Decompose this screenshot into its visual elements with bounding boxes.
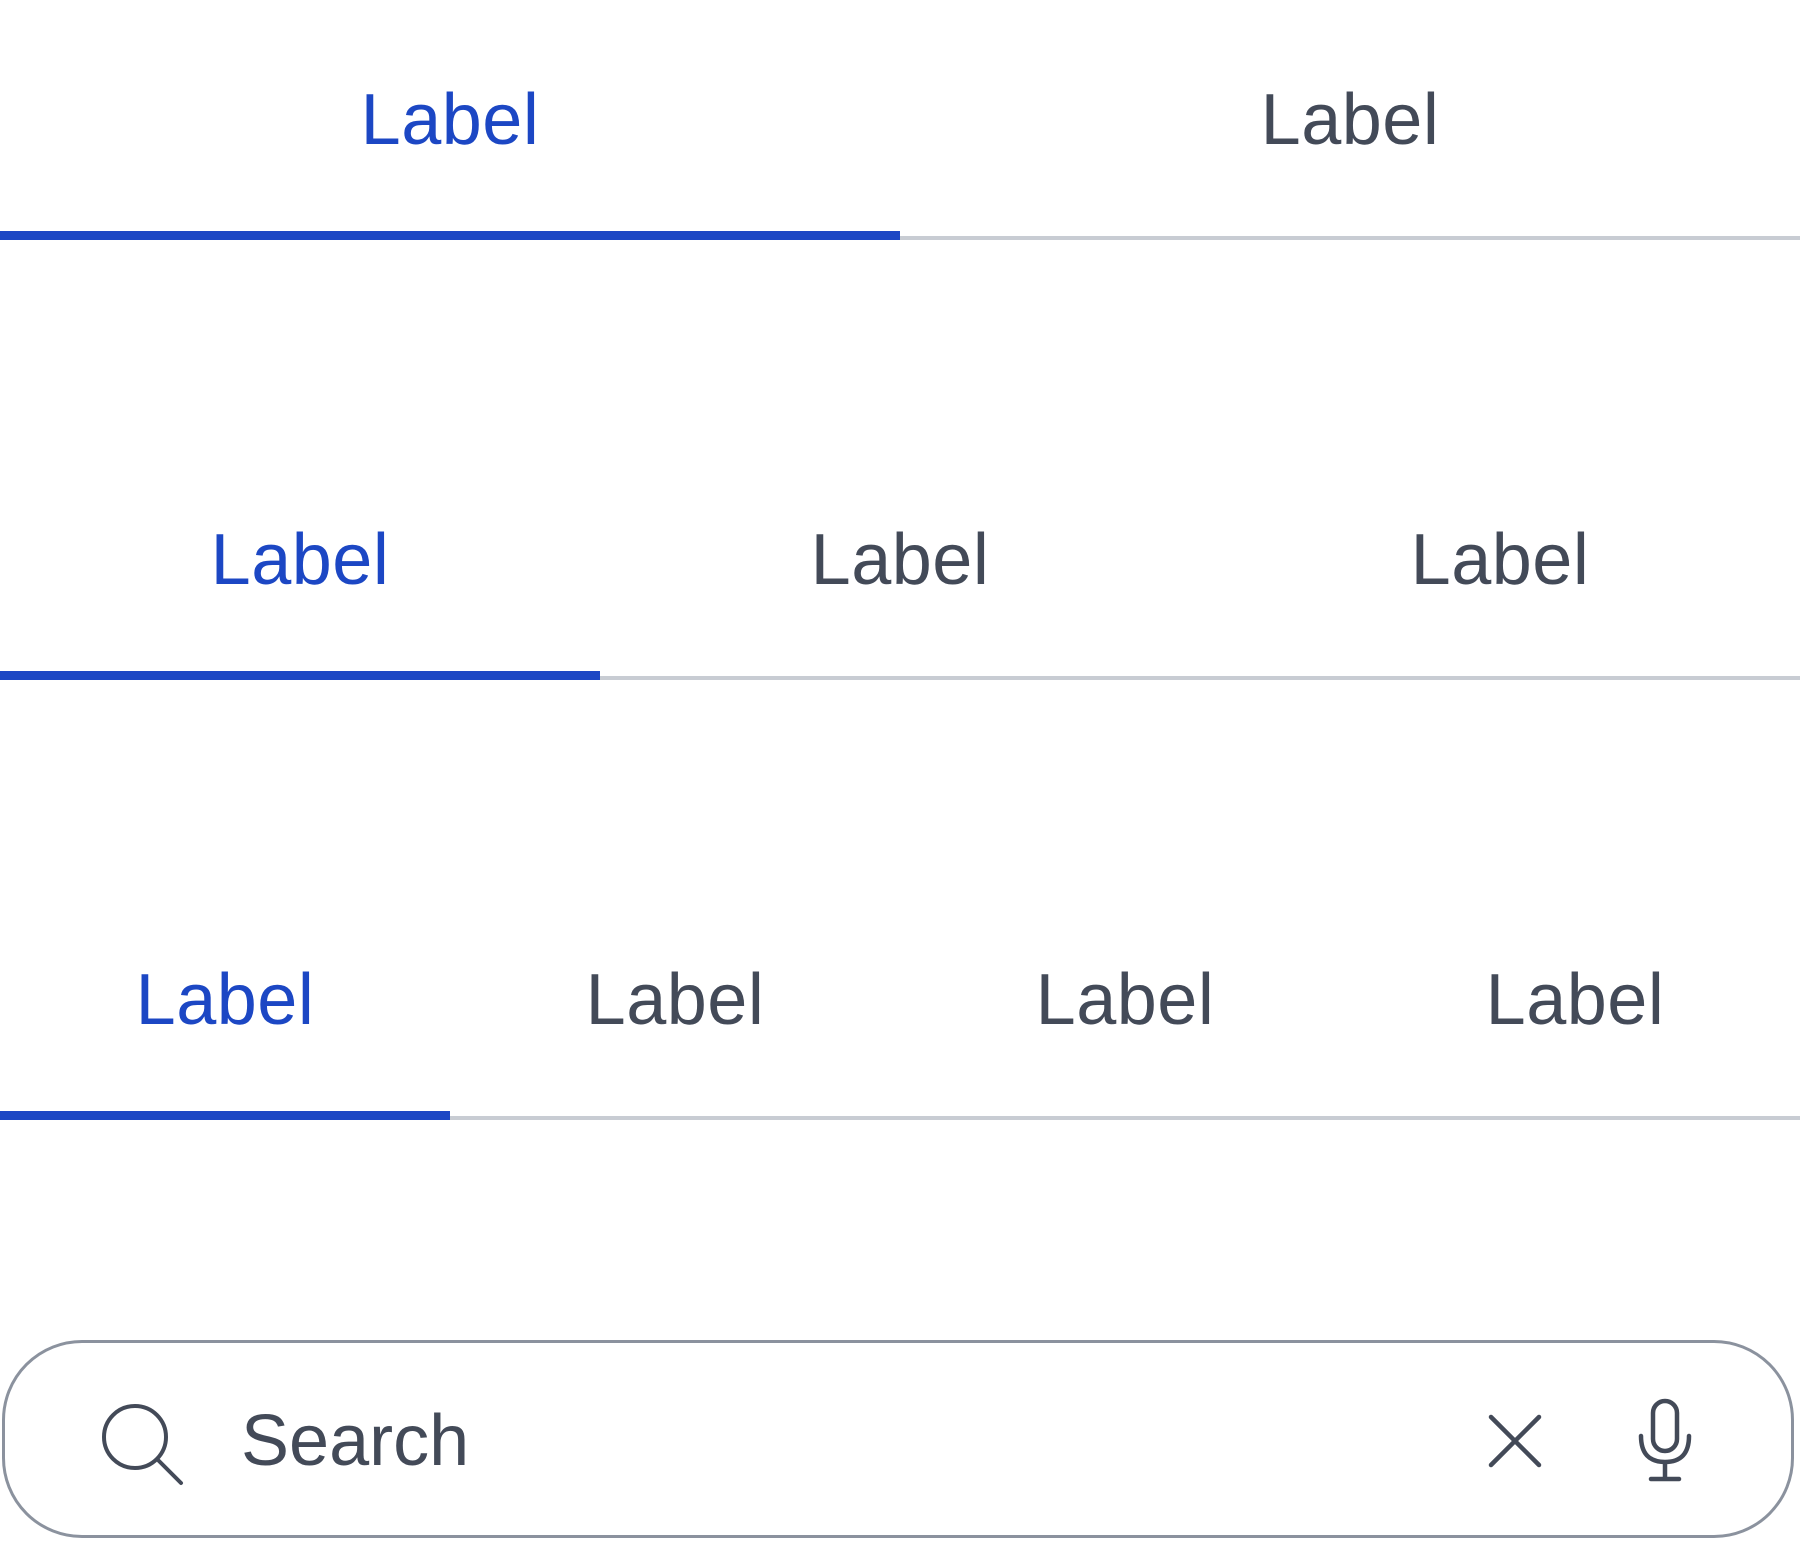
close-icon (1488, 1414, 1542, 1468)
tab-label: Label (1485, 960, 1665, 1040)
tab-1[interactable]: Label (0, 440, 600, 680)
clear-button[interactable] (1465, 1391, 1565, 1491)
tab-label: Label (1410, 520, 1590, 600)
search-bar[interactable] (2, 1340, 1794, 1538)
tab-label: Label (810, 520, 990, 600)
active-tab-indicator (0, 231, 900, 240)
tab-label: Label (585, 960, 765, 1040)
microphone-icon (1638, 1398, 1692, 1482)
tab-label: Label (135, 960, 315, 1040)
tab-label: Label (210, 520, 390, 600)
tab-4[interactable]: Label (1350, 880, 1800, 1120)
tab-label: Label (360, 80, 540, 160)
tab-3[interactable]: Label (900, 880, 1350, 1120)
active-tab-indicator (0, 671, 600, 680)
tab-bar-four: Label Label Label Label (0, 880, 1800, 1120)
tab-bar-two: Label Label (0, 0, 1800, 240)
tab-bar-three: Label Label Label (0, 440, 1800, 680)
search-input[interactable] (241, 1391, 1341, 1491)
tab-1[interactable]: Label (0, 880, 450, 1120)
voice-search-button[interactable] (1615, 1387, 1715, 1495)
tab-1[interactable]: Label (0, 0, 900, 240)
active-tab-indicator (0, 1111, 450, 1120)
tab-3[interactable]: Label (1200, 440, 1800, 680)
tab-label: Label (1035, 960, 1215, 1040)
tab-label: Label (1260, 80, 1440, 160)
tab-2[interactable]: Label (900, 0, 1800, 240)
search-icon (102, 1404, 183, 1485)
tab-2[interactable]: Label (600, 440, 1200, 680)
tab-2[interactable]: Label (450, 880, 900, 1120)
